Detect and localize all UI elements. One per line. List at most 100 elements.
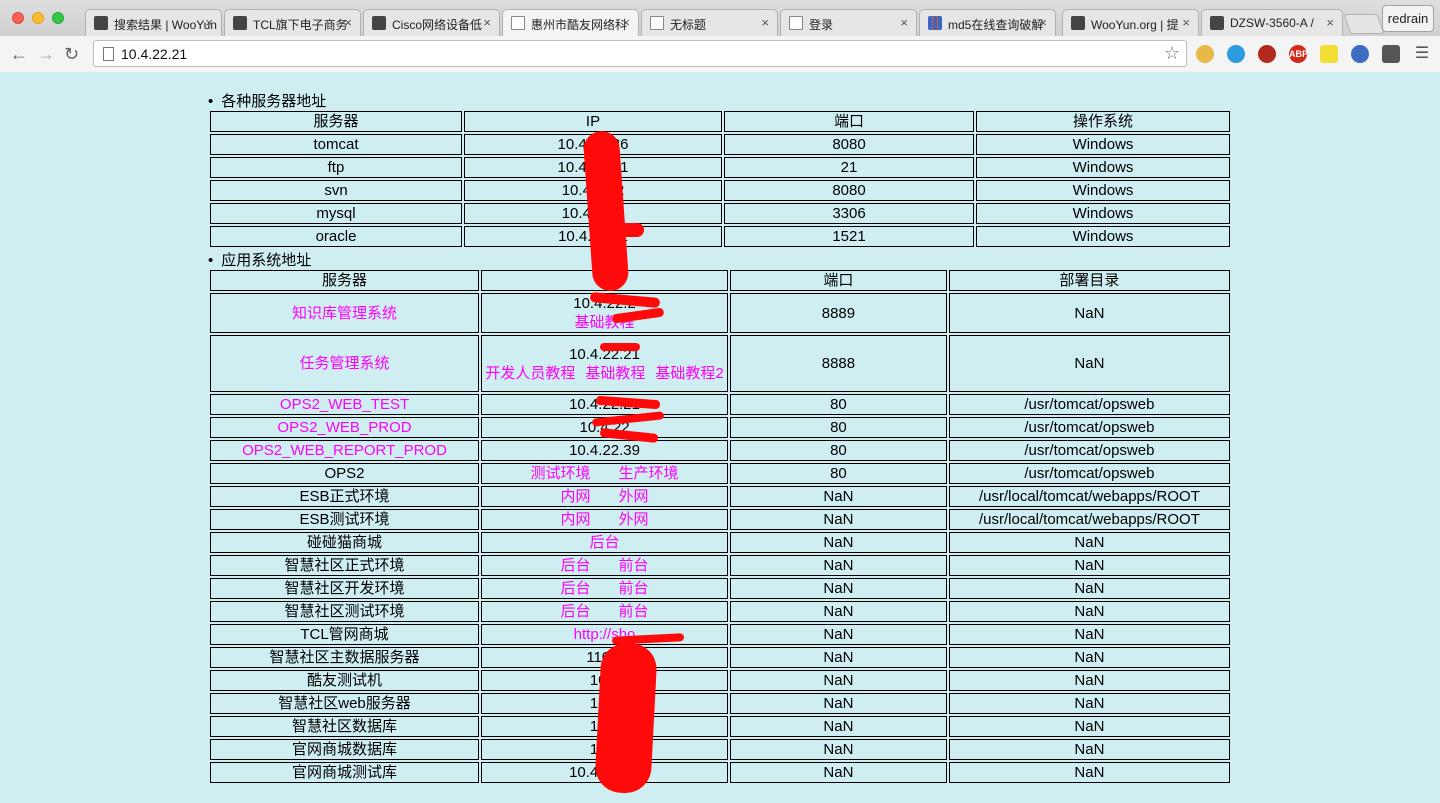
- grid-extension-icon[interactable]: [1382, 45, 1400, 63]
- tab-close-icon[interactable]: ×: [1326, 15, 1334, 30]
- cookie-extension-icon[interactable]: [1196, 45, 1214, 63]
- browser-tab[interactable]: 搜索结果 | WooYun ×: [85, 9, 222, 36]
- tab-close-icon[interactable]: ×: [1182, 15, 1190, 30]
- server-port-cell: 3306: [724, 203, 974, 224]
- tab-favicon-icon: [650, 16, 664, 30]
- app-name-link[interactable]: OPS2_WEB_REPORT_PROD: [242, 442, 447, 459]
- app-name: 智慧社区正式环境: [284, 557, 405, 574]
- app-links: 内网 外网: [482, 510, 727, 529]
- tab-close-icon[interactable]: ×: [483, 15, 491, 30]
- tab-close-icon[interactable]: ×: [622, 15, 630, 30]
- app-name-cell: 知识库管理系统: [210, 293, 480, 333]
- minimize-window-button[interactable]: [32, 12, 44, 24]
- new-tab-button[interactable]: [1343, 14, 1385, 34]
- page-content: 各种服务器地址 服务器IP端口操作系统 tomcat10.4.22.268080…: [0, 73, 1440, 803]
- browser-tab[interactable]: md5在线查询破解 ×: [919, 9, 1056, 36]
- app-name: 智慧社区测试环境: [284, 603, 405, 620]
- spider-extension-icon[interactable]: [1258, 45, 1276, 63]
- app-port-cell: 80: [730, 394, 947, 415]
- app-name-cell: ESB正式环境: [210, 486, 480, 507]
- app-links: 后台 前台: [482, 556, 727, 575]
- forward-icon[interactable]: →: [37, 44, 55, 65]
- app-name-link[interactable]: OPS2_WEB_TEST: [280, 396, 409, 413]
- app-name-cell: 智慧社区主数据服务器: [210, 647, 480, 668]
- cloud-extension-icon[interactable]: [1227, 45, 1245, 63]
- app-ip-cell: 后台 前台: [481, 601, 729, 622]
- app-dir-cell: /usr/tomcat/opsweb: [948, 417, 1230, 438]
- browser-tab[interactable]: 无标题 ×: [641, 9, 778, 36]
- adblock-plus-icon[interactable]: ABP: [1289, 45, 1308, 63]
- tab-favicon-icon: [1210, 16, 1224, 30]
- table-row: 智慧社区主数据服务器110.4NaNNaN: [210, 647, 1230, 668]
- app-name-link[interactable]: 知识库管理系统: [292, 305, 397, 322]
- app-dir-cell: NaN: [948, 670, 1230, 691]
- app-name: 智慧社区web服务器: [278, 695, 411, 712]
- table-row: svn10.4.22.28080Windows: [210, 180, 1230, 201]
- tab-close-icon[interactable]: ×: [761, 15, 769, 30]
- browser-tab[interactable]: 登录 ×: [780, 9, 917, 36]
- app-link[interactable]: 前台: [619, 603, 649, 620]
- server-os-cell: Windows: [975, 134, 1230, 155]
- app-dir-cell: NaN: [948, 335, 1230, 392]
- maximize-window-button[interactable]: [52, 12, 64, 24]
- table-row: ESB测试环境 内网 外网 NaN/usr/local/tomcat/webapps/…: [210, 509, 1230, 530]
- app-dir-cell: /usr/tomcat/opsweb: [948, 463, 1230, 484]
- app-link[interactable]: 后台: [561, 580, 591, 597]
- address-bar[interactable]: 10.4.22.21 ☆: [93, 40, 1187, 67]
- bookmark-star-icon[interactable]: ☆: [1164, 43, 1180, 64]
- table-row: mysql10.4.22.23306Windows: [210, 203, 1230, 224]
- profile-button[interactable]: redrain: [1382, 5, 1434, 32]
- app-links: 后台: [482, 533, 727, 552]
- app-port-cell: 80: [730, 440, 947, 461]
- app-link[interactable]: 外网: [619, 511, 649, 528]
- browser-tab[interactable]: TCL旗下电子商务 ×: [224, 9, 361, 36]
- app-link[interactable]: 前台: [619, 557, 649, 574]
- tab-favicon-icon: [372, 16, 386, 30]
- server-name-cell: tomcat: [210, 134, 462, 155]
- browser-tab[interactable]: Cisco网络设备低 ×: [363, 9, 500, 36]
- tab-close-icon[interactable]: ×: [344, 15, 352, 30]
- app-ip: 10.4.22.39: [569, 442, 640, 459]
- app-port-cell: NaN: [730, 647, 947, 668]
- server-port-cell: 1521: [724, 226, 974, 247]
- app-dir-cell: NaN: [948, 293, 1230, 333]
- back-icon[interactable]: ←: [10, 44, 28, 65]
- app-link[interactable]: 后台: [561, 557, 591, 574]
- close-window-button[interactable]: [12, 12, 24, 24]
- app-ip-cell: 内网 外网: [481, 509, 729, 530]
- redaction-mark: [600, 343, 640, 351]
- app-link[interactable]: 外网: [619, 488, 649, 505]
- app-name-link[interactable]: OPS2_WEB_PROD: [277, 419, 411, 436]
- app-name-cell: 任务管理系统: [210, 335, 480, 392]
- app-link[interactable]: 后台: [590, 534, 620, 551]
- app-link[interactable]: 内网: [561, 488, 591, 505]
- app-name-cell: 智慧社区正式环境: [210, 555, 480, 576]
- app-link[interactable]: 内网: [561, 511, 591, 528]
- tab-label: DZSW-3560-A /: [1230, 16, 1314, 30]
- app-links: 测试环境 生产环境: [482, 464, 727, 483]
- app-link[interactable]: 测试环境: [531, 465, 591, 482]
- tab-close-icon[interactable]: ×: [205, 15, 213, 30]
- app-port-cell: 8889: [730, 293, 947, 333]
- globe-extension-icon[interactable]: [1351, 45, 1369, 63]
- tab-close-icon[interactable]: ×: [900, 15, 908, 30]
- app-link[interactable]: 生产环境: [619, 465, 679, 482]
- tab-close-icon[interactable]: ×: [1039, 15, 1047, 30]
- table-header-row: 服务器IP端口部署目录: [210, 270, 1230, 291]
- puzzle-extension-icon[interactable]: [1320, 45, 1338, 63]
- browser-tab[interactable]: DZSW-3560-A / ×: [1201, 9, 1343, 36]
- app-link[interactable]: 基础教程2: [655, 365, 723, 382]
- browser-tab[interactable]: WooYun.org | 提 ×: [1062, 9, 1199, 36]
- browser-tab[interactable]: 惠州市酷友网络科 ×: [502, 9, 639, 37]
- reload-icon[interactable]: ↻: [64, 44, 79, 65]
- table-row: OPS2_WEB_PROD10.4.2280/usr/tomcat/opsweb: [210, 417, 1230, 438]
- app-name-link[interactable]: 任务管理系统: [300, 355, 390, 372]
- app-link[interactable]: 前台: [619, 580, 649, 597]
- table-row: 知识库管理系统 10.4.22.2 基础教程 8889 NaN: [210, 293, 1230, 333]
- app-link[interactable]: 后台: [561, 603, 591, 620]
- app-port-cell: 80: [730, 417, 947, 438]
- app-link[interactable]: 开发人员教程: [485, 365, 575, 382]
- app-link[interactable]: 基础教程: [585, 365, 645, 382]
- table-row: 碰碰猫商城 后台 NaN NaN: [210, 532, 1230, 553]
- menu-icon[interactable]: ☰: [1413, 45, 1431, 63]
